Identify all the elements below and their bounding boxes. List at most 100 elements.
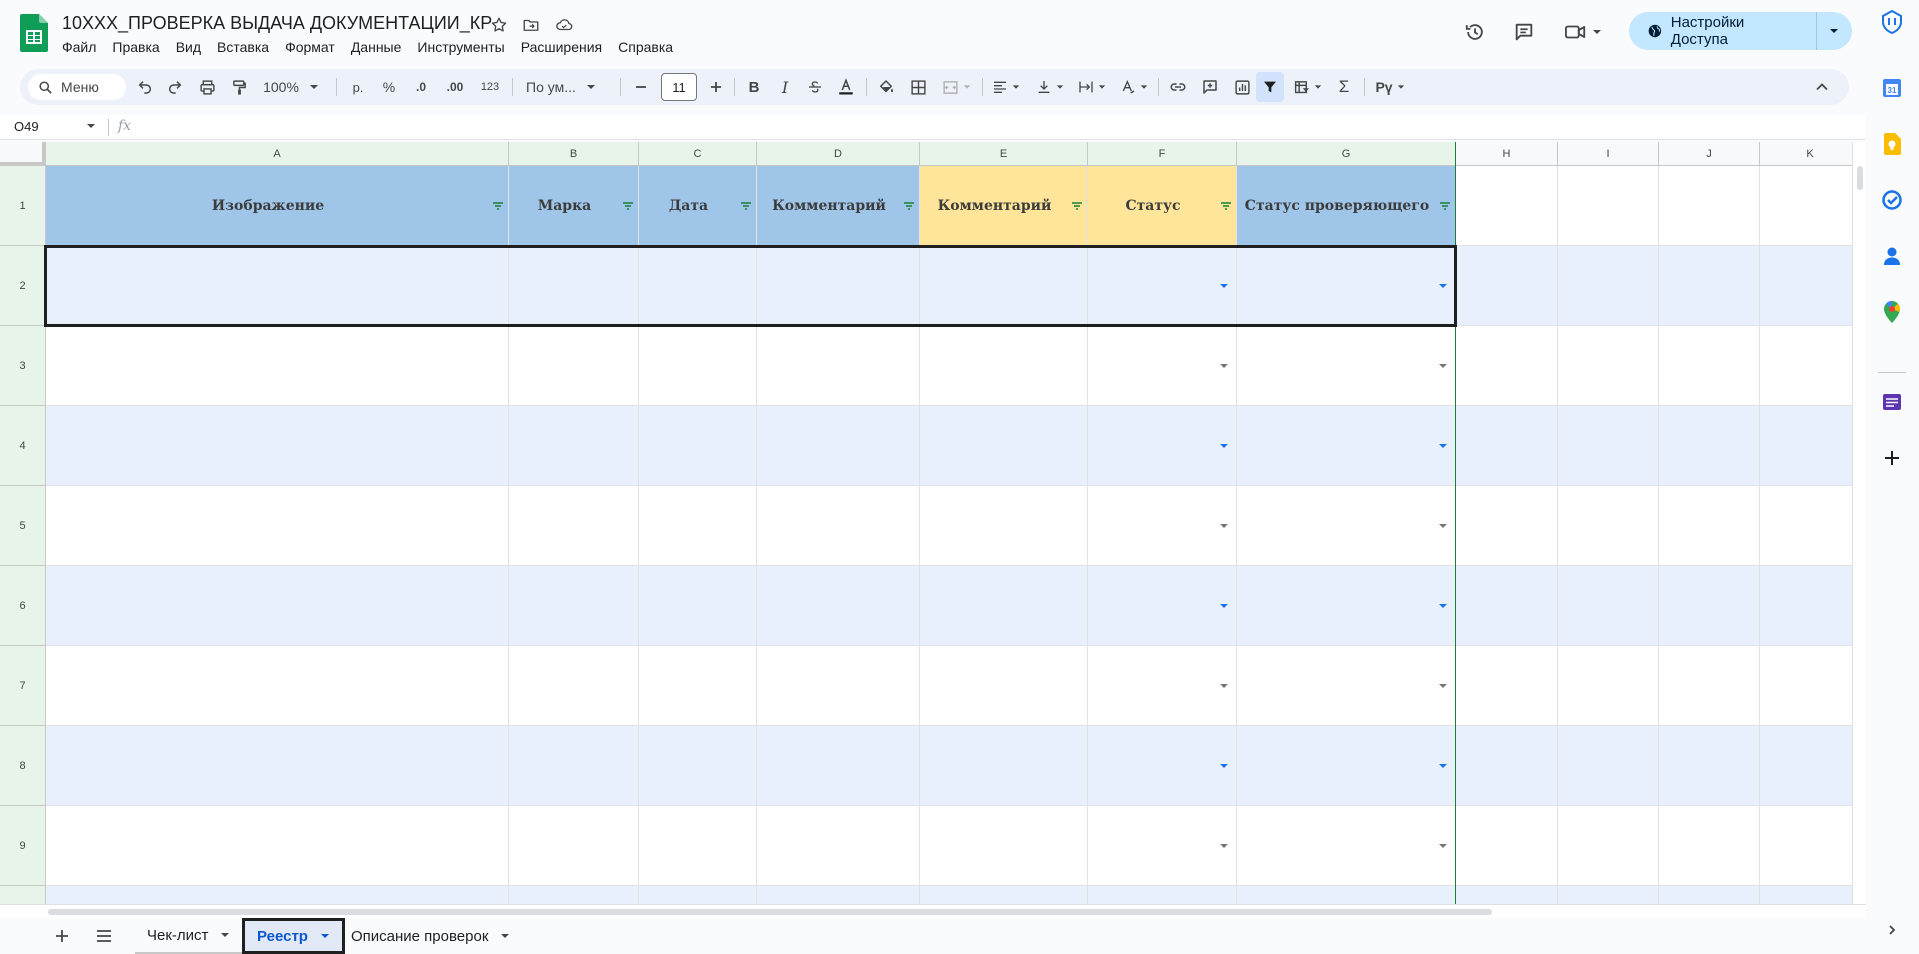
cell[interactable]	[46, 486, 509, 566]
column-header-f[interactable]: F	[1088, 142, 1237, 166]
cell[interactable]	[1088, 486, 1237, 566]
column-header-c[interactable]: C	[639, 142, 757, 166]
horizontal-scrollbar-thumb[interactable]	[48, 909, 1492, 915]
cell[interactable]	[1760, 486, 1861, 566]
cell[interactable]	[509, 326, 639, 406]
cell[interactable]	[1760, 246, 1861, 326]
cell[interactable]	[1456, 326, 1558, 406]
undo-icon[interactable]	[132, 69, 158, 105]
filter-toggle-icon[interactable]	[1438, 199, 1452, 213]
dropdown-chip-icon[interactable]	[1439, 764, 1447, 768]
add-sheet-icon[interactable]	[50, 924, 74, 948]
cell[interactable]	[509, 566, 639, 646]
cell[interactable]	[1558, 166, 1659, 246]
cell[interactable]	[46, 886, 509, 904]
move-folder-icon[interactable]	[520, 14, 542, 36]
menu-help[interactable]: Справка	[610, 37, 681, 57]
row-header-7[interactable]: 7	[0, 646, 46, 726]
contacts-icon[interactable]	[1880, 244, 1904, 268]
spreadsheet-grid[interactable]: A B C D E F G H I J K 1 Изображение Марка Дата Коммента…	[0, 142, 1866, 904]
cell[interactable]	[46, 406, 509, 486]
cell[interactable]	[1456, 486, 1558, 566]
column-header-b[interactable]: B	[509, 142, 639, 166]
cell[interactable]	[1456, 646, 1558, 726]
comments-icon[interactable]	[1506, 14, 1542, 50]
cell[interactable]	[920, 486, 1088, 566]
column-header-d[interactable]: D	[757, 142, 920, 166]
more-formats-button[interactable]: 123	[475, 69, 505, 105]
row-header-8[interactable]: 8	[0, 726, 46, 806]
cell[interactable]	[757, 806, 920, 886]
cell[interactable]	[1659, 486, 1760, 566]
format-percent-button[interactable]: %	[375, 69, 403, 105]
cell[interactable]	[1088, 806, 1237, 886]
cell[interactable]	[46, 806, 509, 886]
add-icon[interactable]	[1880, 446, 1904, 470]
header-cell-f[interactable]: Статус	[1088, 166, 1237, 246]
menu-insert[interactable]: Вставка	[209, 37, 277, 57]
dropdown-chip-icon[interactable]	[1439, 844, 1447, 848]
cell[interactable]	[1760, 806, 1861, 886]
share-button[interactable]: Настройки Доступа	[1629, 12, 1852, 50]
cell[interactable]	[1088, 726, 1237, 806]
cell[interactable]	[1237, 246, 1456, 326]
name-box[interactable]: O49	[14, 119, 39, 134]
cell[interactable]	[639, 886, 757, 904]
cell[interactable]	[46, 326, 509, 406]
row-header-6[interactable]: 6	[0, 566, 46, 646]
font-size-input[interactable]: 11	[661, 73, 697, 101]
star-icon[interactable]	[488, 14, 510, 36]
workspace-logo-icon[interactable]	[1880, 9, 1904, 35]
cell[interactable]	[509, 886, 639, 904]
cell[interactable]	[757, 246, 920, 326]
cell[interactable]	[757, 886, 920, 904]
functions-icon[interactable]: Σ	[1330, 69, 1358, 105]
cell[interactable]	[1456, 566, 1558, 646]
dropdown-chip-icon[interactable]	[1439, 684, 1447, 688]
filter-toggle-icon[interactable]	[491, 199, 505, 213]
filter-toggle-icon[interactable]	[739, 199, 753, 213]
frozen-columns-divider[interactable]	[1455, 142, 1456, 904]
cell[interactable]	[1456, 726, 1558, 806]
cell[interactable]	[757, 406, 920, 486]
cell[interactable]	[920, 406, 1088, 486]
cell[interactable]	[639, 646, 757, 726]
cell[interactable]	[1760, 886, 1861, 904]
dropdown-chip-icon[interactable]	[1439, 284, 1447, 288]
font-family-select[interactable]: По ум...	[518, 69, 616, 105]
header-cell-b[interactable]: Марка	[509, 166, 639, 246]
tasks-icon[interactable]	[1880, 188, 1904, 212]
cell[interactable]	[1456, 166, 1558, 246]
cell[interactable]	[46, 246, 509, 326]
dropdown-chip-icon[interactable]	[1220, 604, 1228, 608]
cell[interactable]	[1760, 326, 1861, 406]
strikethrough-icon[interactable]	[801, 69, 829, 105]
cell[interactable]	[920, 646, 1088, 726]
cell[interactable]	[920, 566, 1088, 646]
cell[interactable]	[1558, 486, 1659, 566]
dropdown-chip-icon[interactable]	[1220, 364, 1228, 368]
cell[interactable]	[509, 806, 639, 886]
dropdown-chip-icon[interactable]	[1439, 604, 1447, 608]
row-header-3[interactable]: 3	[0, 326, 46, 406]
column-header-e[interactable]: E	[920, 142, 1088, 166]
cell[interactable]	[1456, 246, 1558, 326]
dropdown-chip-icon[interactable]	[1220, 844, 1228, 848]
cell[interactable]	[1760, 726, 1861, 806]
filter-icon[interactable]	[1256, 72, 1284, 102]
cell[interactable]	[1088, 246, 1237, 326]
chevron-down-icon[interactable]	[86, 121, 96, 131]
dropdown-chip-icon[interactable]	[1220, 524, 1228, 528]
cell[interactable]	[1659, 406, 1760, 486]
cell[interactable]	[639, 726, 757, 806]
bold-icon[interactable]: B	[740, 69, 768, 105]
dropdown-chip-icon[interactable]	[1439, 524, 1447, 528]
column-header-i[interactable]: I	[1558, 142, 1659, 166]
calendar-icon[interactable]: 31	[1880, 76, 1904, 100]
chevron-right-icon[interactable]	[1880, 918, 1904, 942]
filter-views-icon[interactable]	[1288, 69, 1326, 105]
all-sheets-icon[interactable]	[92, 924, 116, 948]
cell[interactable]	[46, 566, 509, 646]
header-cell-g[interactable]: Статус проверяющего	[1237, 166, 1456, 246]
cell[interactable]	[1659, 886, 1760, 904]
